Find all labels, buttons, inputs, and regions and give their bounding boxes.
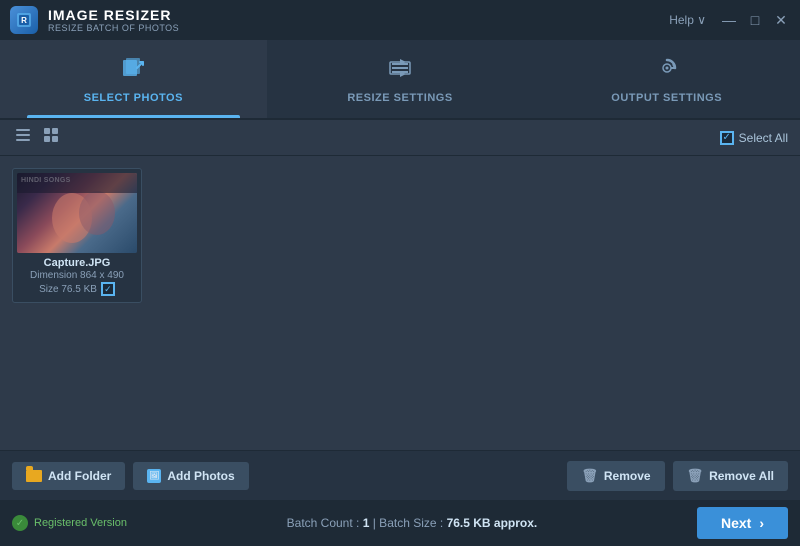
minimize-button[interactable]: — [720,11,738,29]
add-folder-button[interactable]: Add Folder [12,462,125,490]
remove-buttons: 🗑 Remove 🗑 Remove All [567,461,788,491]
photo-dimension: Dimension 864 x 490 [19,270,135,281]
close-button[interactable]: ✕ [772,11,790,29]
batch-count: 1 [363,516,370,530]
remove-icon: 🗑 [581,468,598,484]
title-bar: R IMAGE RESIZER RESIZE BATCH OF PHOTOS H… [0,0,800,40]
select-all-checkbox[interactable] [720,131,734,145]
photo-item[interactable]: HINDI SONGS Capture.JPG Dimension 864 x … [12,168,142,303]
bottom-toolbar: Add Folder 🖼 Add Photos 🗑 Remove 🗑 Remov… [0,450,800,500]
title-bar-left: R IMAGE RESIZER RESIZE BATCH OF PHOTOS [10,6,179,34]
next-icon: › [759,515,764,531]
photo-checkbox[interactable] [101,282,115,296]
resize-settings-icon [386,54,414,86]
registered-version: ✓ Registered Version [12,515,127,531]
photo-thumbnail: HINDI SONGS [17,173,137,253]
restore-button[interactable]: □ [746,11,764,29]
photo-size: Size 76.5 KB [19,282,135,296]
batch-info: Batch Count : 1 | Batch Size : 76.5 KB a… [287,516,538,530]
registered-label: Registered Version [34,517,127,529]
photos-content: HINDI SONGS Capture.JPG Dimension 864 x … [0,156,800,436]
photo-thumb-visual: HINDI SONGS [17,173,137,253]
add-photos-button[interactable]: 🖼 Add Photos [133,462,248,490]
title-bar-right: Help ∨ — □ ✕ [663,11,790,29]
registered-icon: ✓ [12,515,28,531]
tab-bar: SELECT PHOTOS RESIZE SETTINGS OUTPUT SET… [0,40,800,120]
batch-size-sep: | Batch Size : [373,516,443,530]
next-label: Next [721,515,751,531]
app-subtitle: RESIZE BATCH OF PHOTOS [48,23,179,33]
svg-text:R: R [21,16,27,25]
status-bar: ✓ Registered Version Batch Count : 1 | B… [0,500,800,546]
list-view-button[interactable] [12,124,34,151]
select-all-container[interactable]: Select All [720,131,788,145]
next-button[interactable]: Next › [697,507,788,539]
remove-button[interactable]: 🗑 Remove [567,461,664,491]
tab-output-settings[interactable]: OUTPUT SETTINGS [533,40,800,118]
help-button[interactable]: Help ∨ [663,11,712,29]
select-photos-icon [119,54,147,86]
tab-output-settings-label: OUTPUT SETTINGS [611,92,722,104]
tab-resize-settings[interactable]: RESIZE SETTINGS [267,40,534,118]
add-photo-icon: 🖼 [147,469,161,483]
batch-size: 76.5 KB approx. [447,516,538,530]
add-buttons: Add Folder 🖼 Add Photos [12,462,249,490]
app-icon: R [10,6,38,34]
app-title: IMAGE RESIZER [48,7,179,23]
photo-name: Capture.JPG [19,257,135,269]
remove-all-icon: 🗑 [687,468,704,484]
grid-view-button[interactable] [40,124,62,151]
select-all-label: Select All [739,131,788,145]
tab-select-photos-label: SELECT PHOTOS [84,92,183,104]
tab-select-photos[interactable]: SELECT PHOTOS [0,40,267,118]
content-toolbar: Select All [0,120,800,156]
batch-label: Batch Count : [287,516,360,530]
photo-info: Capture.JPG Dimension 864 x 490 Size 76.… [17,253,137,298]
folder-icon [26,470,42,482]
tab-resize-settings-label: RESIZE SETTINGS [347,92,452,104]
app-title-group: IMAGE RESIZER RESIZE BATCH OF PHOTOS [48,7,179,33]
remove-all-button[interactable]: 🗑 Remove All [673,461,788,491]
output-settings-icon [653,54,681,86]
view-toggle [12,124,62,151]
